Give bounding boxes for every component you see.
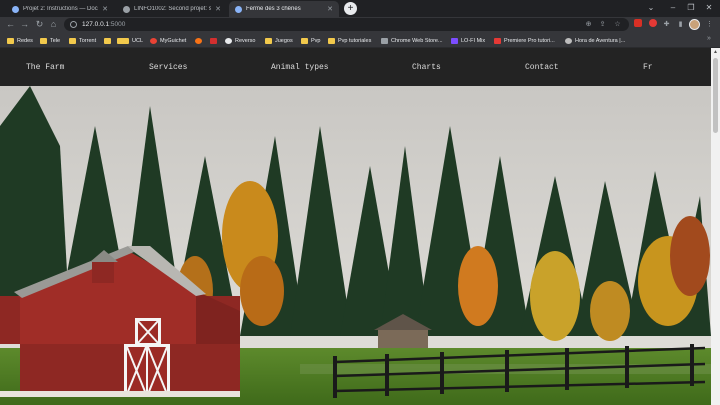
scroll-up-icon[interactable]: ▲	[712, 49, 719, 55]
globe-icon	[12, 5, 19, 13]
myguichet-icon	[150, 37, 157, 44]
bookmarks-bar: Redes Tele Torrent UCL MyGuichet Reverso…	[0, 32, 720, 48]
nav-contact[interactable]: Contact	[525, 63, 559, 72]
menu-icon[interactable]: ⋮	[704, 19, 715, 30]
nav-the-farm[interactable]: The Farm	[26, 63, 64, 72]
address-url: 127.0.0.1:5000	[82, 21, 126, 28]
premiere-icon	[494, 37, 501, 44]
bookmark-item[interactable]: Hora de Aventura |...	[565, 36, 625, 45]
tab-linfo[interactable]: LINFO1002: Second projet: sour... ✕	[117, 1, 227, 17]
extension-red-icon[interactable]	[632, 19, 643, 30]
new-tab-button[interactable]: +	[344, 2, 357, 15]
browser-toolbar: ← → ↻ ⌂ 127.0.0.1:5000 ⊕ ⇪ ☆ ✚ ▮ ⋮	[0, 17, 720, 32]
folder-icon	[328, 37, 335, 44]
bookmark-item[interactable]: Pvp	[301, 36, 320, 45]
nav-language[interactable]: Fr	[643, 63, 653, 72]
lofi-icon	[451, 37, 458, 44]
nav-charts[interactable]: Charts	[412, 63, 441, 72]
collapse-icon[interactable]: ⌄	[640, 0, 662, 17]
forward-button[interactable]: →	[18, 18, 31, 31]
back-button[interactable]: ←	[4, 18, 17, 31]
tab-strip: Projet 2: Instructions — Docume... ✕ LIN…	[0, 0, 720, 17]
bookmark-item[interactable]	[210, 36, 220, 45]
reload-button[interactable]: ↻	[33, 18, 46, 31]
close-window-button[interactable]: ✕	[698, 0, 720, 17]
bookmark-item[interactable]: Reverso	[225, 36, 255, 45]
chrome-web-store-icon	[381, 37, 388, 44]
profile-avatar[interactable]	[689, 19, 700, 30]
close-icon[interactable]: ✕	[102, 5, 108, 13]
sidebar-icon[interactable]: ▮	[675, 19, 686, 30]
extension-puzzle-icon[interactable]: ✚	[661, 19, 672, 30]
folder-icon	[122, 37, 129, 44]
address-bar[interactable]: 127.0.0.1:5000	[64, 18, 629, 31]
bookmark-item[interactable]: Juegos	[265, 36, 293, 45]
share-icon[interactable]: ⇪	[597, 19, 608, 30]
site-icon	[195, 37, 202, 44]
close-icon[interactable]: ✕	[215, 5, 221, 13]
folder-icon	[40, 37, 47, 44]
folder-icon	[7, 37, 14, 44]
reverso-icon	[225, 37, 232, 44]
folder-icon	[301, 37, 308, 44]
nav-services[interactable]: Services	[149, 63, 187, 72]
bookmark-item[interactable]: Premiere Pro tutori...	[494, 36, 555, 45]
bookmark-item[interactable]: Torrent	[69, 36, 96, 45]
bookmark-item[interactable]: Tele	[40, 36, 60, 45]
tab-ferme[interactable]: Ferme des 3 chênes ✕	[229, 1, 339, 17]
tab-label: Ferme des 3 chênes	[246, 6, 301, 12]
tab-instructions[interactable]: Projet 2: Instructions — Docume... ✕	[6, 1, 114, 17]
tab-label: Projet 2: Instructions — Docume...	[23, 6, 98, 12]
close-icon[interactable]: ✕	[327, 5, 333, 13]
folder-icon	[104, 37, 111, 44]
nav-animal-types[interactable]: Animal types	[271, 63, 329, 72]
site-icon	[565, 37, 572, 44]
scrollbar-thumb[interactable]	[713, 58, 718, 133]
site-icon	[210, 37, 217, 44]
hero-farm-image	[0, 86, 711, 405]
folder-icon	[69, 37, 76, 44]
bookmark-item[interactable]	[104, 36, 114, 45]
zoom-icon[interactable]: ⊕	[583, 19, 594, 30]
folder-icon	[265, 37, 272, 44]
site-info-icon[interactable]	[70, 21, 77, 28]
bookmark-item[interactable]: Chrome Web Store...	[381, 36, 443, 45]
bookmark-item[interactable]: UCL	[122, 36, 143, 45]
page-icon	[123, 5, 130, 13]
star-icon[interactable]: ☆	[612, 19, 623, 30]
globe-icon	[235, 5, 242, 13]
bookmark-item[interactable]: Pvp tutoriales	[328, 36, 371, 45]
home-button[interactable]: ⌂	[47, 18, 60, 31]
bookmark-item[interactable]	[195, 36, 205, 45]
extension-red-round-icon[interactable]	[647, 19, 658, 30]
site-navbar: The Farm Services Animal types Charts Co…	[0, 48, 711, 86]
tab-label: LINFO1002: Second projet: sour...	[134, 6, 212, 12]
more-bookmarks-button[interactable]: »	[707, 35, 711, 42]
page-viewport: The Farm Services Animal types Charts Co…	[0, 48, 720, 405]
bookmark-item[interactable]: Redes	[7, 36, 33, 45]
bookmark-item[interactable]: MyGuichet	[150, 36, 186, 45]
bookmark-item[interactable]: LO-FI Mix	[451, 36, 485, 45]
